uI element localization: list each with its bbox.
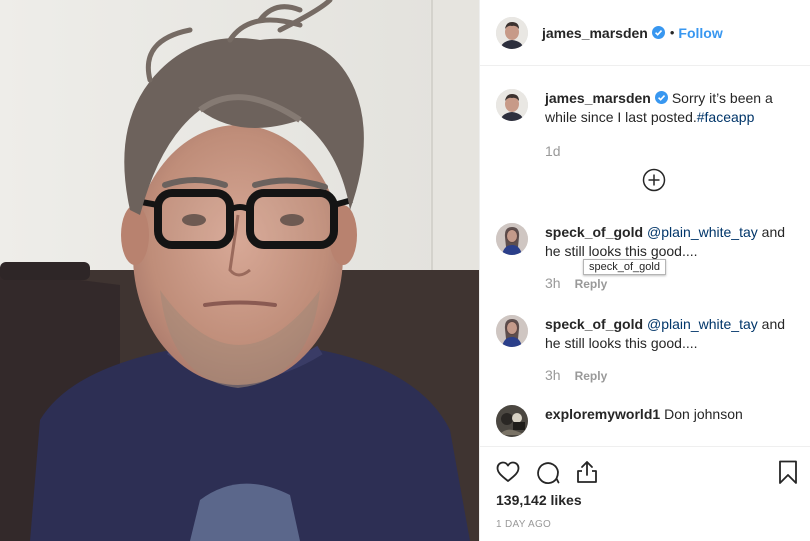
separator-dot: • [669,25,675,40]
verified-badge-icon [654,91,668,104]
reply-button[interactable]: Reply [575,277,608,291]
caption-username[interactable]: james_marsden [545,90,651,106]
comment-timestamp[interactable]: 3h [545,367,561,383]
comment-meta: 3h Reply [545,367,607,383]
share-icon[interactable] [574,459,600,485]
post-timestamp[interactable]: 1 DAY AGO [496,519,551,530]
commenter-avatar[interactable] [496,315,528,347]
comment-body: Don johnson [664,406,743,422]
post-header: james_marsden • Follow [480,0,810,66]
author-avatar[interactable] [496,16,528,49]
mention-link[interactable]: @plain_white_tay [647,224,758,240]
verified-badge-icon [651,26,665,39]
post-sidebar: james_marsden • Follow james_marsden Sorr… [479,0,810,541]
commenter-avatar[interactable] [496,223,528,255]
commenter-username[interactable]: exploremyworld1 [545,406,660,422]
caption-text: james_marsden Sorry it’s been a while sin… [545,89,796,127]
username-tooltip: speck_of_gold [583,259,666,275]
comment-timestamp[interactable]: 3h [545,275,561,291]
comments-list[interactable]: james_marsden Sorry it’s been a while sin… [480,67,810,445]
post-actions: 139,142 likes 1 DAY AGO [480,446,810,541]
commenter-avatar[interactable] [496,405,528,437]
post-photo[interactable] [0,0,479,541]
commenter-username[interactable]: speck_of_gold [545,224,643,240]
heart-icon[interactable] [495,459,521,485]
reply-button[interactable]: Reply [575,369,608,383]
caption: james_marsden Sorry it’s been a while sin… [496,89,796,127]
mention-link[interactable]: @plain_white_tay [647,316,758,332]
author-avatar[interactable] [496,89,528,121]
plus-circle-icon[interactable] [642,168,666,192]
likes-count[interactable]: 139,142 likes [496,492,582,508]
comment-item: exploremyworld1 Don johnson [496,405,796,437]
comment-bubble-icon[interactable] [535,459,561,485]
comment-text: speck_of_gold @plain_white_tay and he sti… [545,223,796,261]
comment-meta: 3h Reply [545,275,607,291]
comment-text: exploremyworld1 Don johnson [545,405,743,437]
bookmark-icon[interactable] [775,459,801,485]
commenter-username[interactable]: speck_of_gold [545,316,643,332]
author-username[interactable]: james_marsden [542,25,648,41]
follow-button[interactable]: Follow [678,25,722,41]
hashtag-link[interactable]: #faceapp [697,109,755,125]
comment-text: speck_of_gold @plain_white_tay and he sti… [545,315,796,353]
caption-timestamp[interactable]: 1d [545,143,561,159]
comment-item: speck_of_gold @plain_white_tay and he sti… [496,223,796,261]
comment-item: speck_of_gold @plain_white_tay and he sti… [496,315,796,353]
portrait-image [0,0,479,541]
